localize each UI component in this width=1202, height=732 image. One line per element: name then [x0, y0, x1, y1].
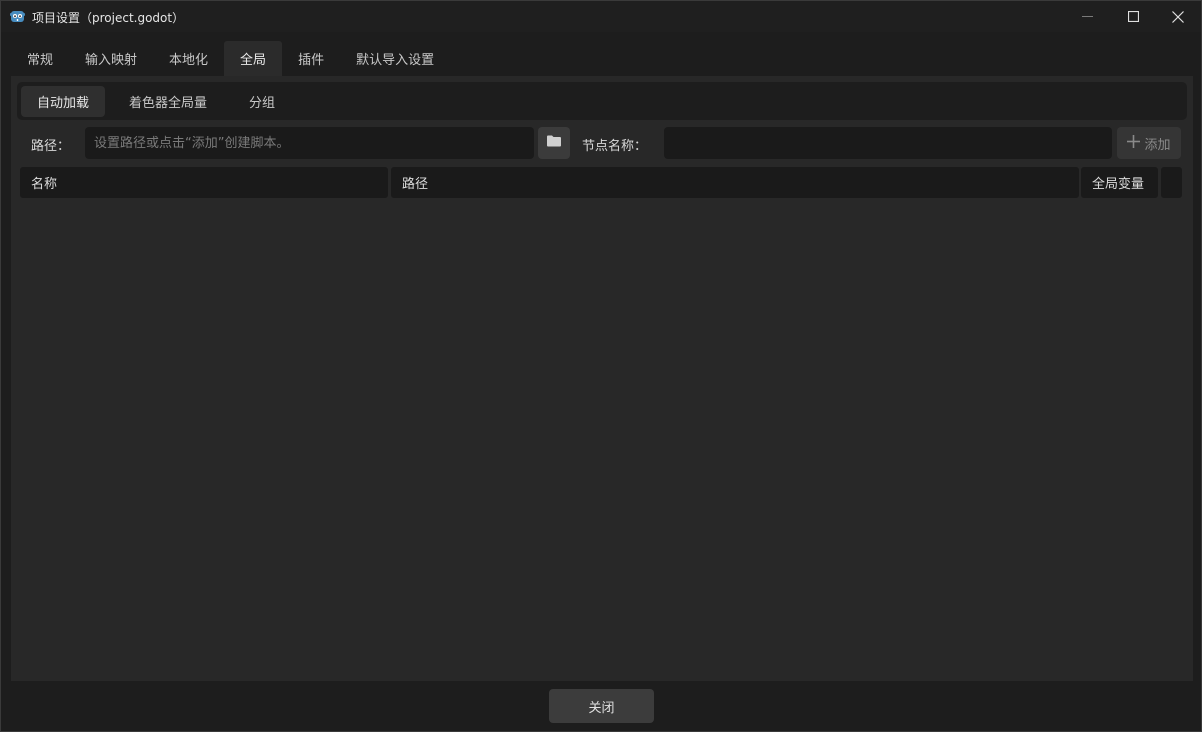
tab-general[interactable]: 常规: [11, 41, 69, 76]
sub-tab-shader-globals[interactable]: 着色器全局量: [113, 86, 223, 117]
maximize-button[interactable]: [1110, 1, 1156, 32]
folder-icon: [547, 135, 561, 151]
node-name-label: 节点名称：: [582, 139, 648, 154]
add-autoload-button[interactable]: 添加: [1117, 127, 1181, 159]
path-label: 路径：: [31, 139, 71, 154]
minimize-button[interactable]: [1064, 1, 1110, 32]
path-input[interactable]: [85, 127, 534, 159]
add-button-label: 添加: [1144, 137, 1171, 153]
close-icon: [1172, 10, 1184, 23]
plus-icon: [1127, 134, 1141, 152]
title-bar[interactable]: 项目设置（project.godot）: [1, 1, 1201, 32]
tab-globals[interactable]: 全局: [224, 41, 283, 76]
tab-import-defaults[interactable]: 默认导入设置: [340, 41, 450, 76]
tab-localization[interactable]: 本地化: [153, 41, 224, 76]
close-button[interactable]: 关闭: [549, 689, 654, 723]
minimize-icon: [1081, 11, 1093, 22]
maximize-icon: [1127, 11, 1139, 22]
godot-icon: [10, 9, 25, 24]
project-settings-window: 项目设置（project.godot） 常规 输入映射 本地化 全局 插件 默认…: [0, 0, 1202, 732]
sub-tab-bar: 自动加载 着色器全局量 分组: [17, 82, 1187, 120]
node-name-input[interactable]: [664, 127, 1112, 159]
column-header-path[interactable]: 路径: [391, 167, 1079, 198]
column-header-name[interactable]: 名称: [20, 167, 388, 198]
window-title: 项目设置（project.godot）: [32, 11, 185, 25]
main-tab-bar: 常规 输入映射 本地化 全局 插件 默认导入设置: [11, 41, 450, 76]
globals-panel: 自动加载 着色器全局量 分组 路径： 节点名称： 添加 名称 路径 全局变量: [11, 76, 1193, 681]
sub-tab-autoload[interactable]: 自动加载: [21, 86, 106, 117]
tab-input-map[interactable]: 输入映射: [69, 41, 153, 76]
sub-tab-groups[interactable]: 分组: [233, 86, 291, 117]
tab-plugins[interactable]: 插件: [282, 41, 340, 76]
column-header-global-variable[interactable]: 全局变量: [1081, 167, 1158, 198]
browse-folder-button[interactable]: [538, 127, 570, 159]
close-window-button[interactable]: [1155, 1, 1201, 32]
column-header-actions: [1161, 167, 1182, 198]
